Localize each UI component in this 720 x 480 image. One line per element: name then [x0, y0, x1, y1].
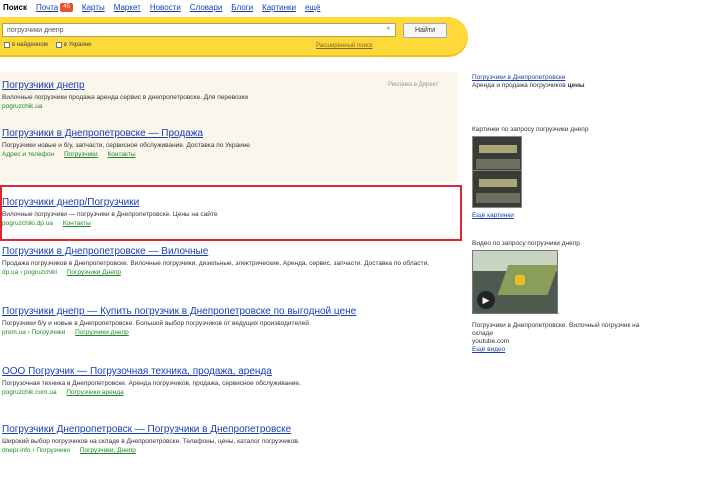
clear-icon[interactable]: × — [386, 24, 391, 33]
result-title-link[interactable]: Погрузчики днепр/Погрузчики — [2, 197, 457, 209]
nav-item-more[interactable]: ещё — [305, 3, 320, 12]
nav-item-images[interactable]: Картинки — [262, 3, 296, 12]
nav-item-maps[interactable]: Карты — [82, 3, 105, 12]
nav-item-market[interactable]: Маркет — [114, 3, 141, 12]
result-snippet: Погрузочная техника в Днепропетровске. А… — [2, 380, 301, 387]
nav-item-dictionaries[interactable]: Словари — [190, 3, 223, 12]
result-url: prom.ua › Погрузчики Погрузчики днепр — [2, 329, 457, 337]
search-button[interactable]: Найти — [403, 23, 447, 38]
video-frame-slope — [497, 265, 557, 295]
nav-item-mail[interactable]: Почта — [36, 3, 58, 12]
search-result: Погрузчики днепр — Купить погрузчик в Дн… — [2, 306, 457, 337]
option-in-region[interactable]: в Украине — [55, 42, 92, 48]
top-navigation: Поиск Почта 45 Карты Маркет Новости Слов… — [0, 0, 720, 14]
result-sitelink[interactable]: Погрузчики днепр — [75, 329, 129, 336]
ad-result: Погрузчики в Днепропетровске — Продажа П… — [2, 128, 457, 159]
result-url: pogruzchiki.dp.ua Контакты — [2, 220, 457, 228]
result-sitelink[interactable]: Контакты — [63, 220, 91, 227]
right-ad-title-link[interactable]: Погрузчики в Днепропетровске — [472, 74, 652, 82]
search-result: Погрузчики днепр/Погрузчики Вилочные пог… — [2, 197, 457, 228]
advanced-search-link[interactable]: Расширенный поиск — [316, 43, 373, 49]
result-sitelink[interactable]: Погрузчики аренда — [66, 389, 123, 396]
checkbox-icon[interactable] — [4, 42, 10, 48]
option-in-found[interactable]: в найденном — [4, 42, 48, 48]
video-header: Видео по запросу погрузчики днепр — [472, 240, 580, 247]
ad-title-link[interactable]: Погрузчики днепр — [2, 80, 457, 92]
result-title-link[interactable]: Погрузчики Днепропетровск — Погрузчики в… — [2, 424, 457, 436]
video-source: youtube.com — [472, 338, 510, 345]
result-snippet: Погрузчики б/у и новые в Днепропетровске… — [2, 320, 311, 327]
ad-url: Адрес и телефон Погрузчики Контакты — [2, 151, 457, 159]
play-icon[interactable]: ▶ — [477, 291, 495, 309]
video-thumbnail[interactable]: ▶ — [472, 250, 558, 314]
nav-item-search[interactable]: Поиск — [3, 3, 27, 12]
ad-snippet: Погрузчики новые и б/у, запчасти, сервис… — [2, 142, 250, 149]
ad-url[interactable]: pogruzchik.ua — [2, 103, 457, 111]
result-url-link[interactable]: pogruzchik.com.ua — [2, 389, 57, 396]
checkbox-icon[interactable] — [55, 42, 62, 48]
ad-title-link[interactable]: Погрузчики в Днепропетровске — Продажа — [2, 128, 457, 140]
search-input[interactable] — [2, 23, 396, 37]
ad-address-link[interactable]: Адрес и телефон — [2, 151, 54, 158]
result-snippet: Продажа погрузчиков в Днепропетровске. В… — [2, 260, 429, 267]
search-options: в найденном в Украине — [4, 42, 92, 48]
result-sitelink[interactable]: Погрузчики Днепр — [67, 269, 121, 276]
result-snippet: Вилочные погрузчики — погрузчики в Днепр… — [2, 211, 218, 218]
result-url: dp.ua › pogruzchiki Погрузчики Днепр — [2, 269, 457, 277]
more-images-link[interactable]: Ещё картинки — [472, 212, 514, 220]
result-title-link[interactable]: Погрузчики днепр — Купить погрузчик в Дн… — [2, 306, 457, 318]
ad-snippet: Вилочные погрузчики продажа аренда серви… — [2, 94, 248, 101]
ad-sitelink[interactable]: Контакты — [107, 151, 135, 158]
result-sitelink[interactable]: Погрузчики, Днепр — [80, 447, 136, 454]
mail-count-badge: 45 — [60, 2, 73, 12]
images-header: Картинки по запросу погрузчики днепр — [472, 126, 589, 133]
right-ad-extra: цены — [567, 82, 585, 89]
nav-item-news[interactable]: Новости — [150, 3, 181, 12]
result-url-link[interactable]: dnepr.info › Погрузчики — [2, 447, 70, 454]
more-videos-link[interactable]: Ещё видео — [472, 346, 505, 354]
search-results-page: Поиск Почта 45 Карты Маркет Новости Слов… — [0, 0, 720, 480]
right-ad-text: Аренда и продажа погрузчиков цены — [472, 82, 585, 89]
result-url-link[interactable]: dp.ua › pogruzchiki — [2, 269, 57, 276]
result-title-link[interactable]: Погрузчики в Днепропетровске — Вилочные — [2, 246, 457, 258]
image-thumbnail[interactable] — [472, 170, 522, 208]
ad-result: Погрузчики днепр Вилочные погрузчики про… — [2, 80, 457, 111]
result-url: pogruzchik.com.ua Погрузчики аренда — [2, 389, 457, 397]
image-thumbnail[interactable] — [472, 136, 522, 174]
video-frame-object — [515, 275, 525, 285]
result-url-link[interactable]: prom.ua › Погрузчики — [2, 329, 65, 336]
search-result: ООО Погрузчик — Погрузочная техника, про… — [2, 366, 457, 397]
right-ad: Погрузчики в Днепропетровске Аренда и пр… — [472, 74, 652, 90]
nav-item-blogs[interactable]: Блоги — [231, 3, 253, 12]
result-snippet: Широкий выбор погрузчиков на складе в Дн… — [2, 438, 300, 445]
video-caption: Погрузчики в Днепропетровске. Вилочный п… — [472, 322, 640, 337]
search-result: Погрузчики Днепропетровск — Погрузчики в… — [2, 424, 457, 455]
result-url-link[interactable]: pogruzchiki.dp.ua — [2, 220, 53, 227]
search-result: Погрузчики в Днепропетровске — Вилочные … — [2, 246, 457, 277]
ad-sitelink[interactable]: Погрузчики — [64, 151, 98, 158]
result-title-link[interactable]: ООО Погрузчик — Погрузочная техника, про… — [2, 366, 457, 378]
result-url: dnepr.info › Погрузчики Погрузчики, Днеп… — [2, 447, 457, 455]
